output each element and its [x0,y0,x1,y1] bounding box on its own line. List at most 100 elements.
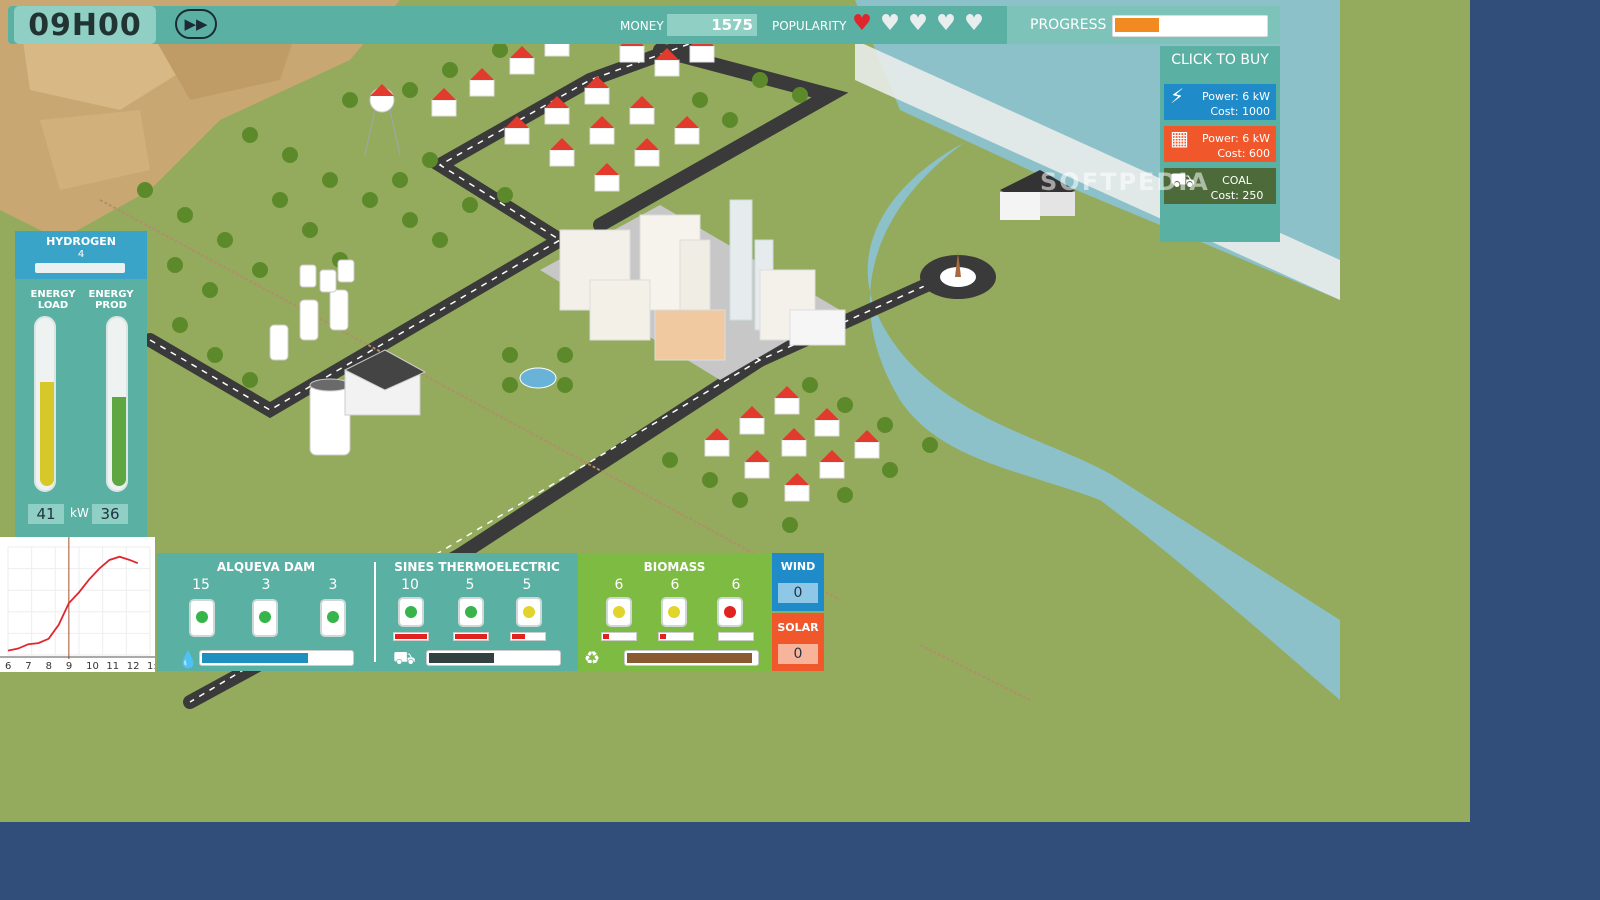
status-light [259,611,271,623]
energy-prod-value: 36 [92,504,128,524]
sines-output-3 [510,632,546,641]
energy-load-value: 41 [28,504,64,524]
biomass-switch-1[interactable] [606,597,632,627]
energy-load-fill [40,381,54,486]
sines-num-2: 5 [465,577,475,593]
sines-num-1: 10 [401,577,419,593]
biomass-num-1: 6 [614,577,624,593]
status-light [724,606,736,618]
biomass-switch-2[interactable] [661,597,687,627]
chart-tick-label: 9 [66,661,72,672]
heart-filled-icon: ♥ [852,11,872,36]
output-fill [660,634,667,639]
coal-reserve-fill [429,653,494,663]
output-fill [455,634,487,639]
biomass-output-1 [601,632,637,641]
money-label: MONEY [620,19,664,33]
sines-title: SINES THERMOELECTRIC [394,560,560,574]
chart-tick-label: 7 [25,661,31,672]
chart-tick-label: 11 [106,661,119,672]
alqueva-switch-2[interactable] [252,599,278,637]
money-value: 1575 [667,14,757,36]
biomass-reserve-fill [627,653,753,663]
output-fill [603,634,610,639]
progress-bar-fill [1115,18,1160,32]
alqueva-switch-1[interactable] [189,599,215,637]
sines-num-3: 5 [522,577,532,593]
progress-label: PROGRESS [1030,17,1107,33]
alqueva-num-3: 3 [328,577,338,593]
energy-unit: kW [70,506,89,520]
alqueva-switch-3[interactable] [320,599,346,637]
hydrogen-bar [35,263,125,273]
sines-output-1 [393,632,429,641]
biomass-icon: ♻ [584,648,601,669]
output-fill [395,634,427,639]
solar-panel-icon: ▦ [1170,126,1189,150]
energy-load-label: ENERGY LOAD [30,289,76,311]
popularity-hearts: ♥ ♥ ♥ ♥ ♥ [850,13,986,35]
sines-switch-3[interactable] [516,597,542,627]
heart-empty-icon: ♥ [964,11,984,36]
energy-chart-plot: 6 7 8 9 10 11 12 1: [0,537,157,672]
heart-empty-icon: ♥ [880,11,900,36]
energy-prod-label: ENERGY PROD [88,289,134,311]
biomass-reserve-bar [624,650,759,666]
buy-solar-panel-button[interactable]: ▦ Power: 6 kW Cost: 600 [1164,126,1276,162]
wind-count: 0 [778,583,818,603]
sines-switch-1[interactable] [398,597,424,627]
biomass-title: BIOMASS [643,560,706,574]
status-light [523,606,535,618]
wind-turbine-icon: ⚡ [1170,84,1185,108]
heart-empty-icon: ♥ [908,11,928,36]
status-light [196,611,208,623]
chart-energy-curve [7,555,139,652]
energy-prod-fill [112,396,126,486]
solar-label: SOLAR [777,621,819,634]
biomass-switch-3[interactable] [717,597,743,627]
downtown [540,199,846,380]
chart-tick-label: 12 [127,661,140,672]
sines-switch-2[interactable] [458,597,484,627]
solar-count: 0 [778,644,818,664]
status-light [327,611,339,623]
status-light [465,606,477,618]
buy-wind-turbine-button[interactable]: ⚡ Power: 6 kW Cost: 1000 [1164,84,1276,120]
hydrogen-title: HYDROGEN [46,235,116,248]
alqueva-num-2: 3 [261,577,271,593]
water-reserve-bar [199,650,354,666]
popularity-label: POPULARITY [772,19,847,33]
energy-prod-gauge [106,316,128,492]
fast-forward-icon: ▶▶ [184,15,208,33]
biomass-output-2 [658,632,694,641]
biomass-output-3 [718,632,754,641]
fast-forward-button[interactable]: ▶▶ [175,9,217,39]
chart-tick-label: 6 [5,661,11,672]
sines-output-2 [453,632,489,641]
alqueva-dam-title: ALQUEVA DAM [216,560,316,574]
heart-empty-icon: ♥ [936,11,956,36]
watermark: SOFTPEDIA [1040,168,1210,196]
chart-tick-label: 8 [46,661,52,672]
game-clock: 09H00 [14,6,156,44]
chart-tick-label: 1: [147,661,155,672]
energy-load-gauge [34,316,56,492]
output-fill [512,634,525,639]
water-drop-icon: 💧 [178,650,198,669]
buy-panel-title: CLICK TO BUY [1171,52,1269,68]
alqueva-num-1: 15 [192,577,210,593]
coal-cart-icon: ⛟ [393,648,416,669]
panel-divider [374,562,376,662]
status-light [668,606,680,618]
wind-label: WIND [780,560,816,573]
fountain [519,367,557,389]
hydrogen-value: 4 [77,249,85,260]
buy-item-line1: COAL [1222,174,1252,187]
status-light [405,606,417,618]
water-tower [364,84,401,156]
coal-reserve-bar [426,650,561,666]
buy-item-line2: Cost: 250 [1210,189,1264,202]
energy-chart: 6 7 8 9 10 11 12 1: [0,537,157,672]
biomass-num-2: 6 [670,577,680,593]
water-reserve-fill [202,653,308,663]
